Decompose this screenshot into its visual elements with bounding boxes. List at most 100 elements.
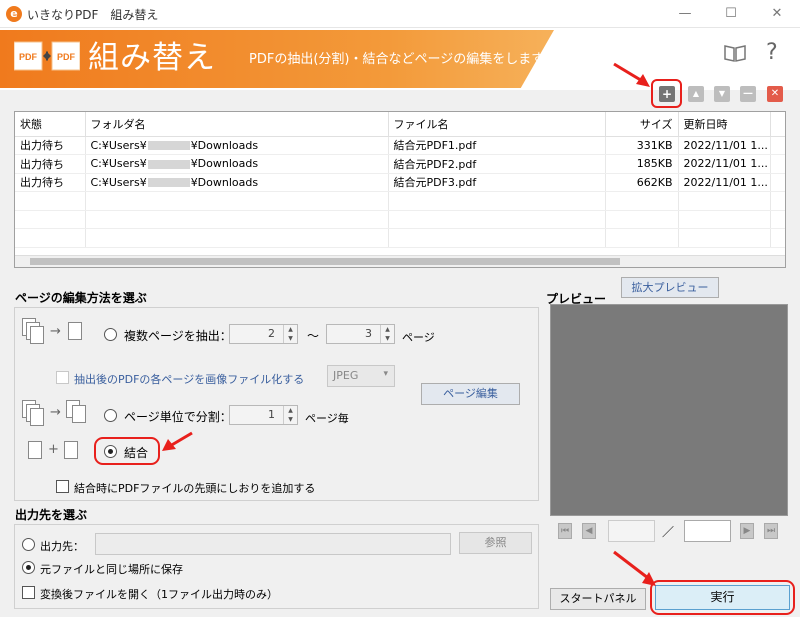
image-export-checkbox[interactable] — [56, 371, 69, 384]
edit-section-title: ページの編集方法を選ぶ — [15, 291, 147, 305]
preview-pane — [550, 304, 788, 516]
annotation-arrow — [613, 550, 656, 586]
maximize-button[interactable]: ☐ — [708, 0, 754, 28]
page-icon — [28, 441, 42, 459]
file-list-table[interactable]: 状態 フォルダ名 ファイル名 サイズ 更新日時 出力待ち C:¥Users¥ ¥D… — [14, 111, 786, 268]
merge-label: 結合 — [124, 446, 149, 460]
image-format-value: JPEG — [333, 369, 359, 382]
cell-folder: C:¥Users¥ ¥Downloads — [85, 173, 389, 192]
start-panel-button[interactable]: スタートパネル — [550, 588, 646, 610]
same-place-radio[interactable] — [22, 561, 35, 574]
column-header-filename[interactable]: ファイル名 — [388, 112, 606, 137]
column-header-size[interactable]: サイズ — [605, 112, 679, 137]
cell-filler — [770, 136, 785, 155]
move-down-button[interactable]: ▼ — [714, 86, 730, 102]
page-title: 組み替え — [88, 40, 216, 76]
close-button[interactable]: ✕ — [754, 0, 800, 28]
move-up-button[interactable]: ▲ — [688, 86, 704, 102]
folder-prefix: C:¥Users¥ — [90, 157, 147, 171]
page-unit-label: ページ — [402, 331, 435, 344]
folder-suffix: ¥Downloads — [190, 157, 259, 171]
split-pages-icon-front — [72, 405, 86, 423]
folder-prefix: C:¥Users¥ — [90, 175, 147, 189]
open-after-label: 変換後ファイルを開く（1ファイル出力時のみ） — [40, 588, 278, 601]
help-icon[interactable]: ? — [766, 40, 778, 65]
split-radio[interactable] — [104, 409, 117, 422]
total-pages-field — [684, 520, 731, 542]
column-header-folder[interactable]: フォルダ名 — [85, 112, 389, 137]
pages-stack-icon-front — [30, 326, 44, 344]
redacted-username — [147, 159, 190, 169]
add-file-button[interactable]: + — [659, 86, 675, 102]
spin-arrows-icon[interactable]: ▲ ▼ — [380, 325, 394, 343]
cell-status: 出力待ち — [15, 154, 86, 174]
range-separator: ～ — [307, 329, 320, 343]
cell-filler — [770, 173, 785, 192]
clear-all-button[interactable]: ✕ — [767, 86, 783, 102]
image-format-select[interactable]: JPEG ▾ — [327, 365, 395, 387]
manual-book-icon[interactable] — [724, 44, 746, 62]
dest-radio[interactable] — [22, 538, 35, 551]
redacted-username — [147, 141, 190, 151]
empty-row — [15, 228, 785, 248]
page-subtitle: PDFの抽出(分割)・結合などページの編集をします — [249, 52, 545, 67]
last-page-icon[interactable]: ⏭ — [764, 523, 778, 539]
pages-stack-icon-front — [30, 408, 44, 426]
empty-row — [15, 191, 785, 211]
page-edit-button[interactable]: ページ編集 — [421, 383, 520, 405]
cell-date: 2022/11/01 1... — [678, 136, 771, 155]
split-label: ページ単位で分割： — [124, 410, 232, 424]
table-header-row: 状態 フォルダ名 ファイル名 サイズ 更新日時 — [15, 112, 785, 137]
svg-text:PDF: PDF — [57, 52, 76, 62]
dest-label: 出力先： — [40, 540, 84, 553]
output-section-title: 出力先を選ぶ — [15, 508, 88, 522]
cell-filename: 結合元PDF3.pdf — [388, 173, 606, 192]
scrollbar-thumb[interactable] — [30, 258, 620, 265]
first-page-icon[interactable]: ⏮ — [558, 523, 572, 539]
page-separator: ／ — [662, 525, 675, 539]
annotation-arrow — [162, 431, 193, 451]
bookmark-label: 結合時にPDFファイルの先頭にしおりを追加する — [74, 482, 316, 495]
table-row[interactable]: 出力待ち C:¥Users¥ ¥Downloads 結合元PDF2.pdf 185… — [15, 154, 785, 174]
open-after-checkbox[interactable] — [22, 586, 35, 599]
folder-prefix: C:¥Users¥ — [90, 138, 147, 152]
page-icon — [64, 441, 78, 459]
cell-status: 出力待ち — [15, 136, 86, 155]
arrow-icon: → — [50, 405, 61, 420]
image-export-label: 抽出後のPDFの各ページを画像ファイル化する — [74, 373, 305, 386]
cell-folder: C:¥Users¥ ¥Downloads — [85, 154, 389, 174]
arrow-icon: → — [50, 324, 61, 339]
folder-suffix: ¥Downloads — [190, 175, 259, 189]
browse-button[interactable]: 参照 — [459, 532, 532, 554]
app-logo-icon: e — [6, 6, 22, 22]
dest-path-input[interactable] — [95, 533, 451, 555]
extract-label: 複数ページを抽出： — [124, 329, 232, 343]
spin-arrows-icon[interactable]: ▲ ▼ — [283, 325, 297, 343]
table-row[interactable]: 出力待ち C:¥Users¥ ¥Downloads 結合元PDF3.pdf 662… — [15, 173, 785, 192]
folder-suffix: ¥Downloads — [190, 138, 259, 152]
annotation-arrow — [613, 62, 650, 87]
cell-size: 185KB — [605, 154, 679, 174]
column-header-status[interactable]: 状態 — [15, 112, 86, 137]
extract-radio[interactable] — [104, 328, 117, 341]
single-page-icon — [68, 322, 82, 340]
cell-filler — [770, 154, 785, 174]
execute-button[interactable]: 実行 — [655, 585, 790, 610]
current-page-input[interactable] — [608, 520, 655, 542]
redacted-username — [147, 178, 190, 188]
merge-radio[interactable] — [104, 445, 117, 458]
table-row[interactable]: 出力待ち C:¥Users¥ ¥Downloads 結合元PDF1.pdf 331… — [15, 136, 785, 155]
minimize-button[interactable]: — — [662, 0, 708, 28]
window-title: いきなりPDF 組み替え — [27, 8, 159, 22]
bookmark-checkbox[interactable] — [56, 480, 69, 493]
column-header-filler — [770, 112, 785, 137]
prev-page-icon[interactable]: ◀ — [582, 523, 596, 539]
cell-status: 出力待ち — [15, 173, 86, 192]
remove-file-button[interactable]: — — [740, 86, 756, 102]
cell-folder: C:¥Users¥ ¥Downloads — [85, 136, 389, 155]
cell-size: 662KB — [605, 173, 679, 192]
column-header-date[interactable]: 更新日時 — [678, 112, 771, 137]
zoom-preview-button[interactable]: 拡大プレビュー — [621, 277, 719, 298]
spin-arrows-icon[interactable]: ▲ ▼ — [283, 406, 297, 424]
next-page-icon[interactable]: ▶ — [740, 523, 754, 539]
